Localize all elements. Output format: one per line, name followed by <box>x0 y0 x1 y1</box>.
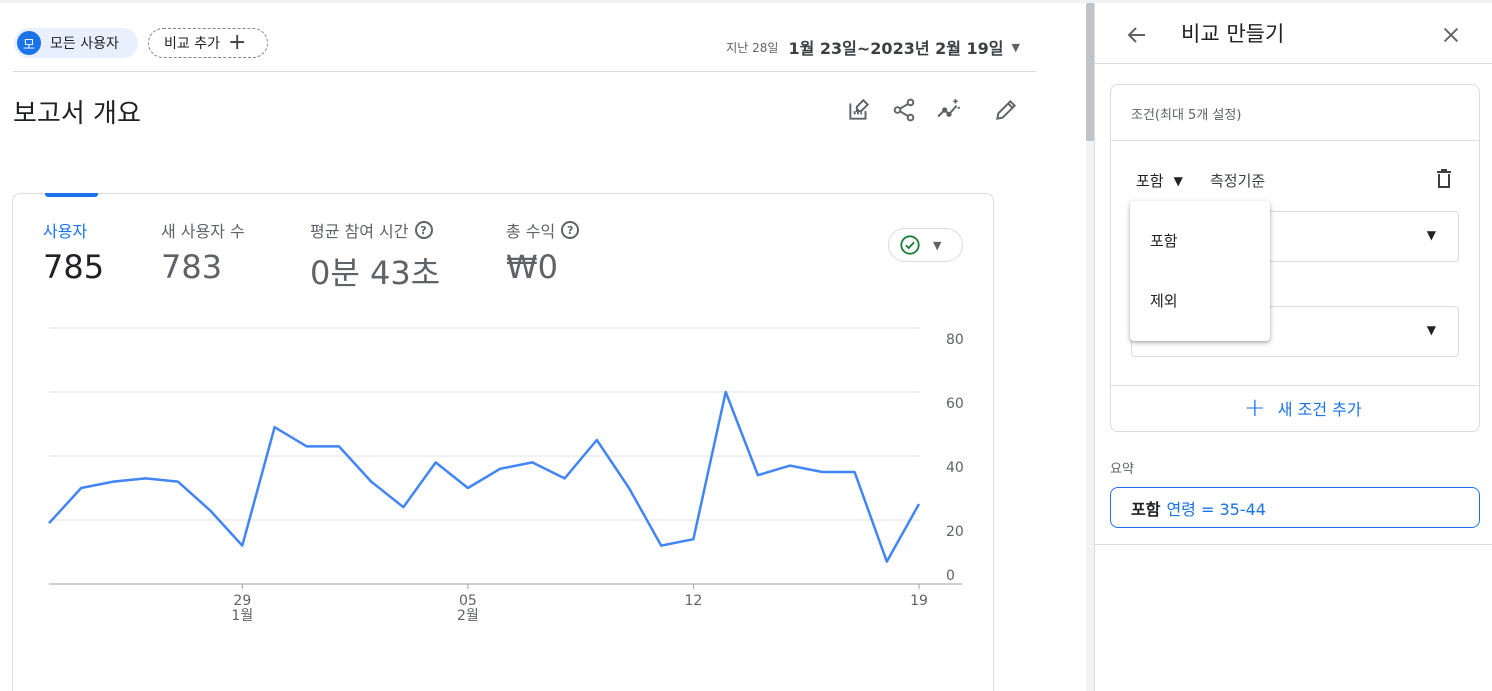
y-tick-label: 20 <box>946 524 964 540</box>
back-button[interactable] <box>1121 19 1153 51</box>
panel-header: 비교 만들기 <box>1095 3 1492 64</box>
close-button[interactable] <box>1435 19 1467 51</box>
ga-report-page: 모 모든 사용자 비교 추가 + 지난 28일 1월 23일~2023년 2월 … <box>0 0 1492 691</box>
x-tick-day: 05 <box>459 593 477 609</box>
add-condition-button[interactable]: + 새 조건 추가 <box>1244 395 1362 421</box>
summary-label: 요약 <box>1110 462 1134 477</box>
menu-option-exclude[interactable]: 제외 <box>1150 290 1178 311</box>
plus-icon: + <box>1244 393 1266 423</box>
y-tick-label: 60 <box>946 396 964 412</box>
caret-down-icon: ▼ <box>1426 228 1436 242</box>
y-tick-label: 80 <box>946 332 964 348</box>
conditions-title: 조건(최대 5개 설정) <box>1131 108 1242 123</box>
include-select[interactable]: 포함 ▼ <box>1136 170 1183 191</box>
panel-title: 비교 만들기 <box>1181 22 1285 46</box>
x-tick-month: 1월 <box>231 608 253 624</box>
report-main: 모 모든 사용자 비교 추가 + 지난 28일 1월 23일~2023년 2월 … <box>0 3 1086 691</box>
caret-down-icon: ▼ <box>1426 323 1436 337</box>
include-select-value: 포함 <box>1136 172 1164 190</box>
menu-option-include[interactable]: 포함 <box>1150 230 1178 251</box>
x-tick-month: 2월 <box>457 608 479 624</box>
summary-expression: 연령 = 35-44 <box>1166 499 1266 519</box>
trash-icon <box>1437 169 1451 188</box>
panel-divider <box>1095 544 1492 545</box>
delete-condition-button[interactable] <box>1433 167 1455 191</box>
x-tick-day: 12 <box>685 593 703 609</box>
summary-keyword: 포함 <box>1131 499 1161 519</box>
main-scrollbar-thumb[interactable] <box>1086 3 1094 141</box>
include-dropdown-menu: 포함 제외 <box>1130 201 1270 341</box>
summary-box: 포함 연령 = 35-44 <box>1110 487 1480 528</box>
users-series-line <box>48 390 921 563</box>
conditions-divider <box>1111 385 1479 386</box>
create-comparison-panel: 비교 만들기 조건(최대 5개 설정) 포함 ▼ 측정기준 ▼ ▼ + 새 조건… <box>1094 3 1492 691</box>
y-tick-label: 40 <box>946 460 964 476</box>
close-icon <box>1443 27 1459 43</box>
dimension-label: 측정기준 <box>1210 172 1266 190</box>
x-tick-day: 19 <box>910 593 928 609</box>
caret-down-icon: ▼ <box>1173 173 1183 188</box>
add-condition-label: 새 조건 추가 <box>1277 400 1362 419</box>
conditions-header: 조건(최대 5개 설정) <box>1111 85 1479 141</box>
y-tick-label: 0 <box>946 568 955 584</box>
x-tick-day: 29 <box>233 593 251 609</box>
users-line-chart: 0 20 40 60 80 291월 052월 12 19 <box>48 327 964 624</box>
arrow-back-icon <box>1127 27 1145 43</box>
